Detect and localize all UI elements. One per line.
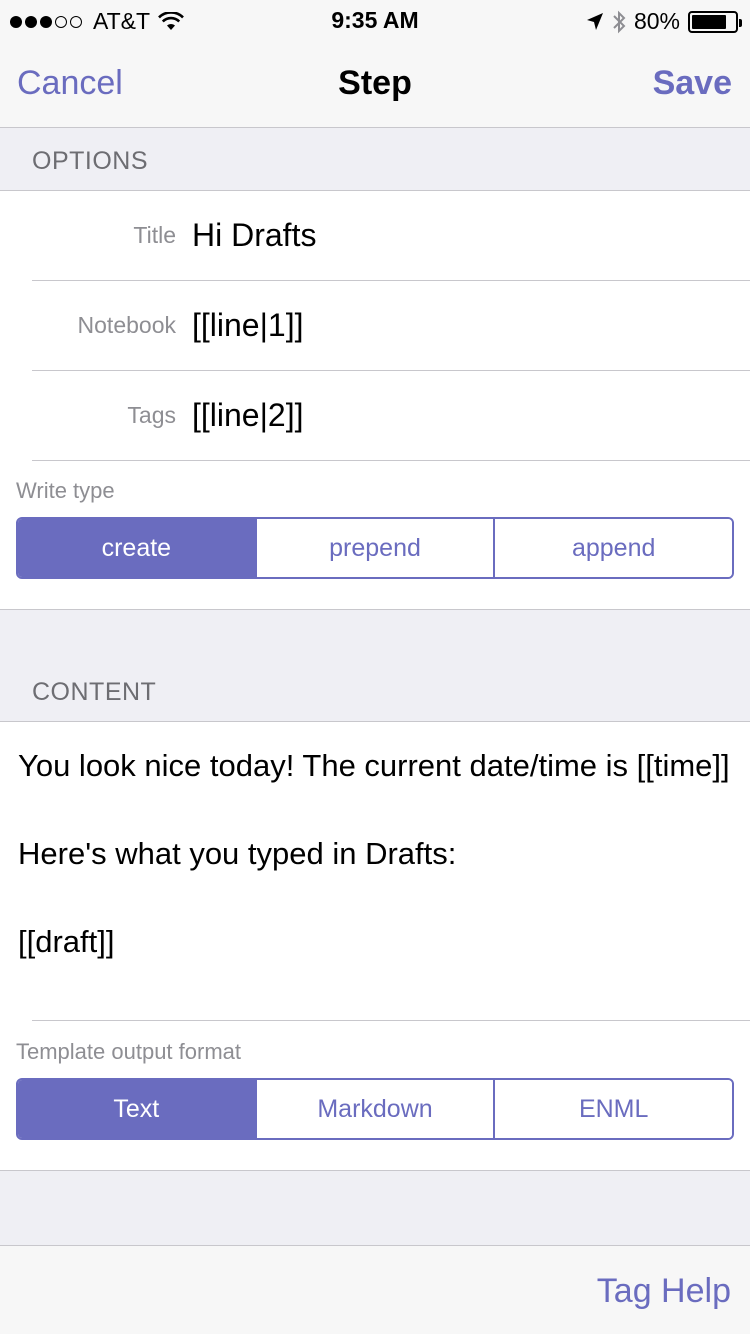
content-paragraph: [[draft]] — [18, 924, 115, 959]
battery-cap — [739, 18, 742, 27]
status-bar: AT&T 9:35 AM 80% — [0, 0, 750, 40]
output-format-enml-segment[interactable]: ENML — [493, 1080, 732, 1138]
options-section-header: OPTIONS — [32, 147, 149, 175]
output-format-text-segment[interactable]: Text — [18, 1080, 255, 1138]
options-card: Title Hi Drafts Notebook [[line|1]] Tags… — [0, 190, 750, 610]
save-button[interactable]: Save — [653, 64, 732, 103]
write-type-segmented-control: create prepend append — [16, 517, 734, 579]
output-format-markdown-segment[interactable]: Markdown — [254, 1080, 494, 1138]
title-field-row[interactable]: Title Hi Drafts — [32, 191, 750, 281]
battery-level — [692, 14, 726, 29]
notebook-field-label: Notebook — [77, 312, 176, 338]
bottom-toolbar: Tag Help — [0, 1245, 750, 1334]
cancel-button[interactable]: Cancel — [17, 64, 123, 103]
content-card: You look nice today! The current date/ti… — [0, 721, 750, 1171]
content-paragraph: Here's what you typed in Drafts: — [18, 836, 457, 871]
tags-field[interactable]: [[line|2]] — [192, 397, 303, 434]
write-type-append-segment[interactable]: append — [493, 519, 732, 577]
write-type-prepend-segment[interactable]: prepend — [254, 519, 494, 577]
battery-icon — [688, 10, 742, 33]
location-arrow-icon — [586, 12, 603, 30]
write-type-label: Write type — [16, 478, 115, 503]
content-section-header: CONTENT — [32, 678, 157, 706]
tags-field-label: Tags — [127, 402, 176, 428]
tag-help-button[interactable]: Tag Help — [597, 1272, 731, 1311]
content-text-area[interactable]: You look nice today! The current date/ti… — [18, 744, 732, 964]
notebook-field-row[interactable]: Notebook [[line|1]] — [32, 281, 750, 371]
content-paragraph: You look nice today! The current date/ti… — [18, 748, 730, 783]
write-type-create-segment[interactable]: create — [18, 519, 255, 577]
output-format-label: Template output format — [16, 1039, 242, 1064]
content-divider — [32, 1020, 750, 1021]
title-field-label: Title — [133, 222, 176, 248]
title-field[interactable]: Hi Drafts — [192, 217, 316, 254]
bluetooth-icon — [613, 10, 626, 33]
battery-percent: 80% — [633, 8, 680, 34]
status-bar-right: 80% — [586, 8, 742, 35]
tags-field-row[interactable]: Tags [[line|2]] — [32, 371, 750, 461]
output-format-segmented-control: Text Markdown ENML — [16, 1078, 734, 1140]
navigation-bar: Cancel Step Save — [0, 40, 750, 128]
notebook-field[interactable]: [[line|1]] — [192, 307, 303, 344]
